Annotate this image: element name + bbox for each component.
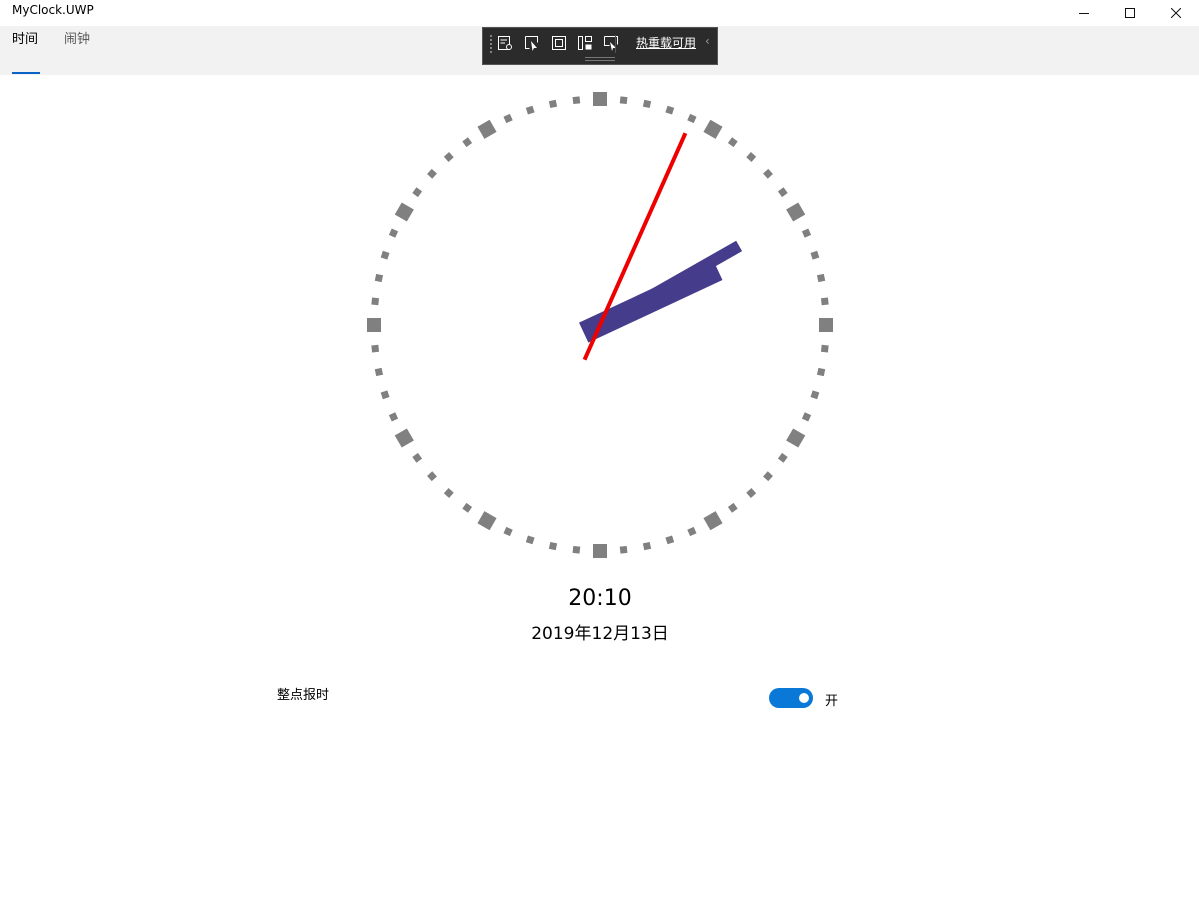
minute-tick: [801, 412, 812, 422]
minute-tick: [727, 502, 738, 513]
minute-tick: [820, 297, 829, 306]
minute-tick: [687, 113, 697, 124]
minute-tick: [374, 367, 384, 377]
minute-tick: [665, 535, 675, 545]
minute-tick: [503, 113, 513, 124]
minute-tick: [388, 228, 399, 238]
minute-tick: [816, 367, 826, 377]
minute-tick: [642, 541, 652, 551]
hourly-chime-toggle[interactable]: [769, 688, 813, 708]
minute-tick: [572, 545, 581, 554]
minute-tick: [548, 99, 558, 109]
minute-tick: [777, 452, 788, 463]
analog-clock: [367, 92, 833, 558]
clock-hands: [579, 132, 743, 361]
minute-tick: [374, 273, 384, 283]
hour-tick: [786, 202, 806, 222]
minute-tick: [572, 96, 581, 105]
minute-tick: [462, 502, 473, 513]
minute-tick: [412, 452, 423, 463]
minute-tick: [810, 390, 820, 400]
minute-tick: [801, 228, 812, 238]
minute-tick: [810, 250, 820, 260]
current-date: 2019年12月13日: [531, 624, 669, 644]
minute-tick: [427, 168, 437, 179]
hour-tick: [477, 511, 497, 531]
minute-tick: [380, 390, 390, 400]
minute-tick: [462, 137, 473, 148]
minute-tick: [763, 168, 773, 179]
minute-tick: [777, 187, 788, 198]
hour-tick: [394, 428, 414, 448]
minute-tick: [380, 250, 390, 260]
minute-tick: [619, 96, 628, 105]
hour-tick: [703, 119, 723, 139]
minute-tick: [642, 99, 652, 109]
hour-tick: [394, 202, 414, 222]
toggle-state-text: 开: [825, 694, 839, 709]
minute-tick: [443, 488, 454, 498]
hourly-chime-label: 整点报时: [277, 688, 330, 703]
minute-tick: [619, 545, 628, 554]
minute-tick: [427, 471, 437, 482]
digital-time: 20:10: [568, 586, 632, 611]
minute-tick: [687, 526, 697, 537]
minute-tick: [763, 471, 773, 482]
minute-tick: [665, 105, 675, 115]
hour-tick: [477, 119, 497, 139]
minute-tick: [525, 535, 535, 545]
minute-tick: [503, 526, 513, 537]
hour-tick: [593, 544, 607, 558]
minute-tick: [746, 152, 757, 162]
minute-tick: [727, 137, 738, 148]
minute-tick: [816, 273, 826, 283]
hour-tick: [593, 92, 607, 106]
minute-tick: [820, 344, 829, 353]
hour-tick: [786, 428, 806, 448]
minute-tick: [371, 344, 380, 353]
hour-tick: [819, 318, 833, 332]
minute-tick: [412, 187, 423, 198]
hour-tick: [367, 318, 381, 332]
minute-tick: [371, 297, 380, 306]
minute-tick: [388, 412, 399, 422]
second-hand: [582, 132, 688, 361]
toggle-knob: [799, 693, 809, 703]
minute-tick: [746, 488, 757, 498]
minute-tick: [443, 152, 454, 162]
minute-tick: [548, 541, 558, 551]
hour-tick: [703, 511, 723, 531]
minute-tick: [525, 105, 535, 115]
